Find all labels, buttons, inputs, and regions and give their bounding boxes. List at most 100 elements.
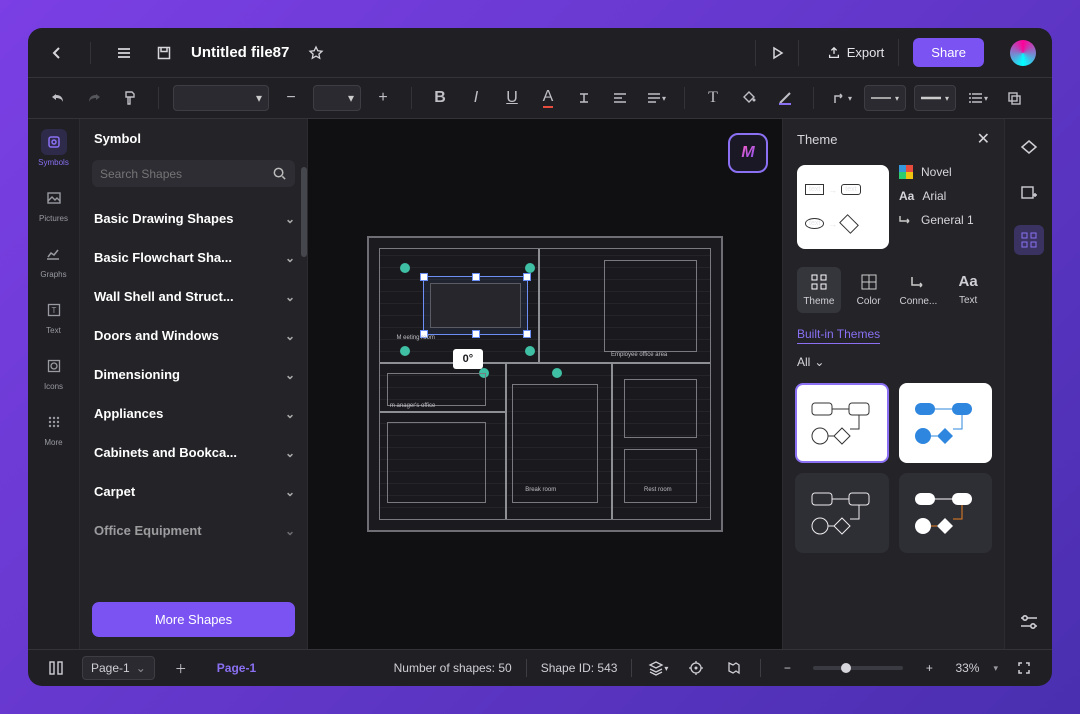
chevron-down-icon: ⌄: [814, 355, 824, 369]
floorplan-drawing[interactable]: 0° M eeting room m anager's office Emplo…: [367, 236, 723, 532]
italic-button[interactable]: I: [462, 84, 490, 112]
export-button[interactable]: Export: [813, 39, 900, 66]
search-icon[interactable]: [272, 166, 287, 181]
page-tab[interactable]: Page-1: [207, 657, 266, 679]
right-rail-theme-grid[interactable]: [1014, 225, 1044, 255]
app-window: Untitled file87 Export Share ▾: [28, 28, 1052, 686]
canvas[interactable]: M: [308, 119, 782, 649]
zoom-label: 33%: [955, 661, 979, 675]
add-page-button[interactable]: ＋: [169, 656, 193, 680]
theme-name-row[interactable]: Novel: [899, 165, 974, 179]
minimap-icon[interactable]: [722, 656, 746, 680]
zoom-slider[interactable]: [813, 666, 903, 670]
right-rail-settings[interactable]: [1014, 607, 1044, 637]
chevron-down-icon: ⌄: [285, 329, 295, 343]
theme-preview-thumb: text→text text→: [797, 165, 889, 249]
page-layout-icon[interactable]: [44, 656, 68, 680]
theme-panel: Theme ✕ text→text text→ Novel AaArial Ge…: [782, 119, 1004, 649]
rail-graphs[interactable]: Graphs: [40, 241, 66, 279]
avatar[interactable]: [1010, 40, 1036, 66]
statusbar: Page-1⌄ ＋ Page-1 Number of shapes: 50 Sh…: [28, 649, 1052, 686]
theme-tab-color[interactable]: Color: [847, 267, 891, 313]
layers-icon[interactable]: ▾: [646, 656, 670, 680]
bold-button[interactable]: B: [426, 84, 454, 112]
insert-text-button[interactable]: T: [699, 84, 727, 112]
theme-tab-connector[interactable]: Conne...: [897, 267, 941, 313]
undo-button[interactable]: [44, 84, 72, 112]
save-icon[interactable]: [151, 40, 177, 66]
room-label: Employee office area: [611, 352, 667, 358]
chevron-down-icon: ⌄: [285, 524, 295, 538]
decrease-size-button[interactable]: −: [277, 84, 305, 112]
category-item[interactable]: Basic Drawing Shapes⌄: [94, 199, 301, 238]
category-item[interactable]: Office Equipment⌄: [94, 511, 301, 550]
redo-button[interactable]: [80, 84, 108, 112]
size-select[interactable]: ▾: [313, 85, 361, 111]
search-input[interactable]: [100, 167, 272, 181]
ai-assistant-button[interactable]: M: [728, 133, 768, 173]
panel-scrollbar[interactable]: [301, 167, 307, 257]
connector-button[interactable]: ▾: [828, 84, 856, 112]
highlight-button[interactable]: [570, 84, 598, 112]
chevron-down-icon[interactable]: ▾: [993, 663, 998, 674]
builtin-themes-link[interactable]: Built-in Themes: [783, 321, 1004, 347]
zoom-out-button[interactable]: −: [775, 656, 799, 680]
rail-more[interactable]: More: [41, 409, 67, 447]
fill-color-button[interactable]: [735, 84, 763, 112]
more-shapes-button[interactable]: More Shapes: [92, 602, 295, 637]
share-button[interactable]: Share: [913, 38, 984, 67]
theme-tab-theme[interactable]: Theme: [797, 267, 841, 313]
category-item[interactable]: Appliances⌄: [94, 394, 301, 433]
right-rail-style[interactable]: [1014, 133, 1044, 163]
theme-card[interactable]: [899, 383, 993, 463]
color-grid-icon: [899, 165, 913, 179]
increase-size-button[interactable]: +: [369, 84, 397, 112]
theme-font-row[interactable]: AaArial: [899, 189, 974, 203]
left-rail: Symbols Pictures Graphs T Text Icons: [28, 119, 80, 649]
underline-button[interactable]: U: [498, 84, 526, 112]
font-select[interactable]: ▾: [173, 85, 269, 111]
list-button[interactable]: ▾: [964, 84, 992, 112]
align-left-button[interactable]: [606, 84, 634, 112]
line-color-button[interactable]: [771, 84, 799, 112]
chevron-down-icon: ⌄: [285, 290, 295, 304]
text-color-button[interactable]: A: [534, 84, 562, 112]
chevron-down-icon: ⌄: [285, 407, 295, 421]
right-rail-add[interactable]: [1014, 179, 1044, 209]
category-item[interactable]: Carpet⌄: [94, 472, 301, 511]
rail-icons[interactable]: Icons: [41, 353, 67, 391]
favorite-icon[interactable]: [303, 40, 329, 66]
theme-card[interactable]: [795, 473, 889, 553]
vertical-align-button[interactable]: ▾: [642, 84, 670, 112]
theme-panel-title: Theme: [797, 132, 837, 147]
rail-text[interactable]: T Text: [41, 297, 67, 335]
shape-count-label: Number of shapes: 50: [394, 661, 512, 675]
rail-symbols[interactable]: Symbols: [38, 129, 69, 167]
line-weight-select[interactable]: ▾: [914, 85, 956, 111]
format-painter-button[interactable]: [116, 84, 144, 112]
fullscreen-button[interactable]: [1012, 656, 1036, 680]
theme-tab-text[interactable]: Aa Text: [946, 267, 990, 313]
category-item[interactable]: Dimensioning⌄: [94, 355, 301, 394]
zoom-in-button[interactable]: +: [917, 656, 941, 680]
back-button[interactable]: [44, 40, 70, 66]
close-icon[interactable]: ✕: [977, 129, 990, 149]
theme-card[interactable]: [795, 383, 889, 463]
play-button[interactable]: [755, 40, 799, 66]
category-item[interactable]: Basic Flowchart Sha...⌄: [94, 238, 301, 277]
chevron-down-icon: ⌄: [285, 212, 295, 226]
category-item[interactable]: Doors and Windows⌄: [94, 316, 301, 355]
layers-button[interactable]: [1000, 84, 1028, 112]
theme-card[interactable]: [899, 473, 993, 553]
menu-button[interactable]: [111, 40, 137, 66]
category-item[interactable]: Wall Shell and Struct...⌄: [94, 277, 301, 316]
category-item[interactable]: Cabinets and Bookca...⌄: [94, 433, 301, 472]
theme-connector-row[interactable]: General 1: [899, 213, 974, 227]
chevron-down-icon: ⌄: [285, 251, 295, 265]
focus-icon[interactable]: [684, 656, 708, 680]
page-select[interactable]: Page-1⌄: [82, 656, 155, 680]
rail-pictures[interactable]: Pictures: [39, 185, 68, 223]
symbol-panel: Symbol Basic Drawing Shapes⌄ Basic Flowc…: [80, 119, 308, 649]
line-style-select[interactable]: ▾: [864, 85, 906, 111]
theme-filter[interactable]: All⌄: [783, 347, 1004, 377]
